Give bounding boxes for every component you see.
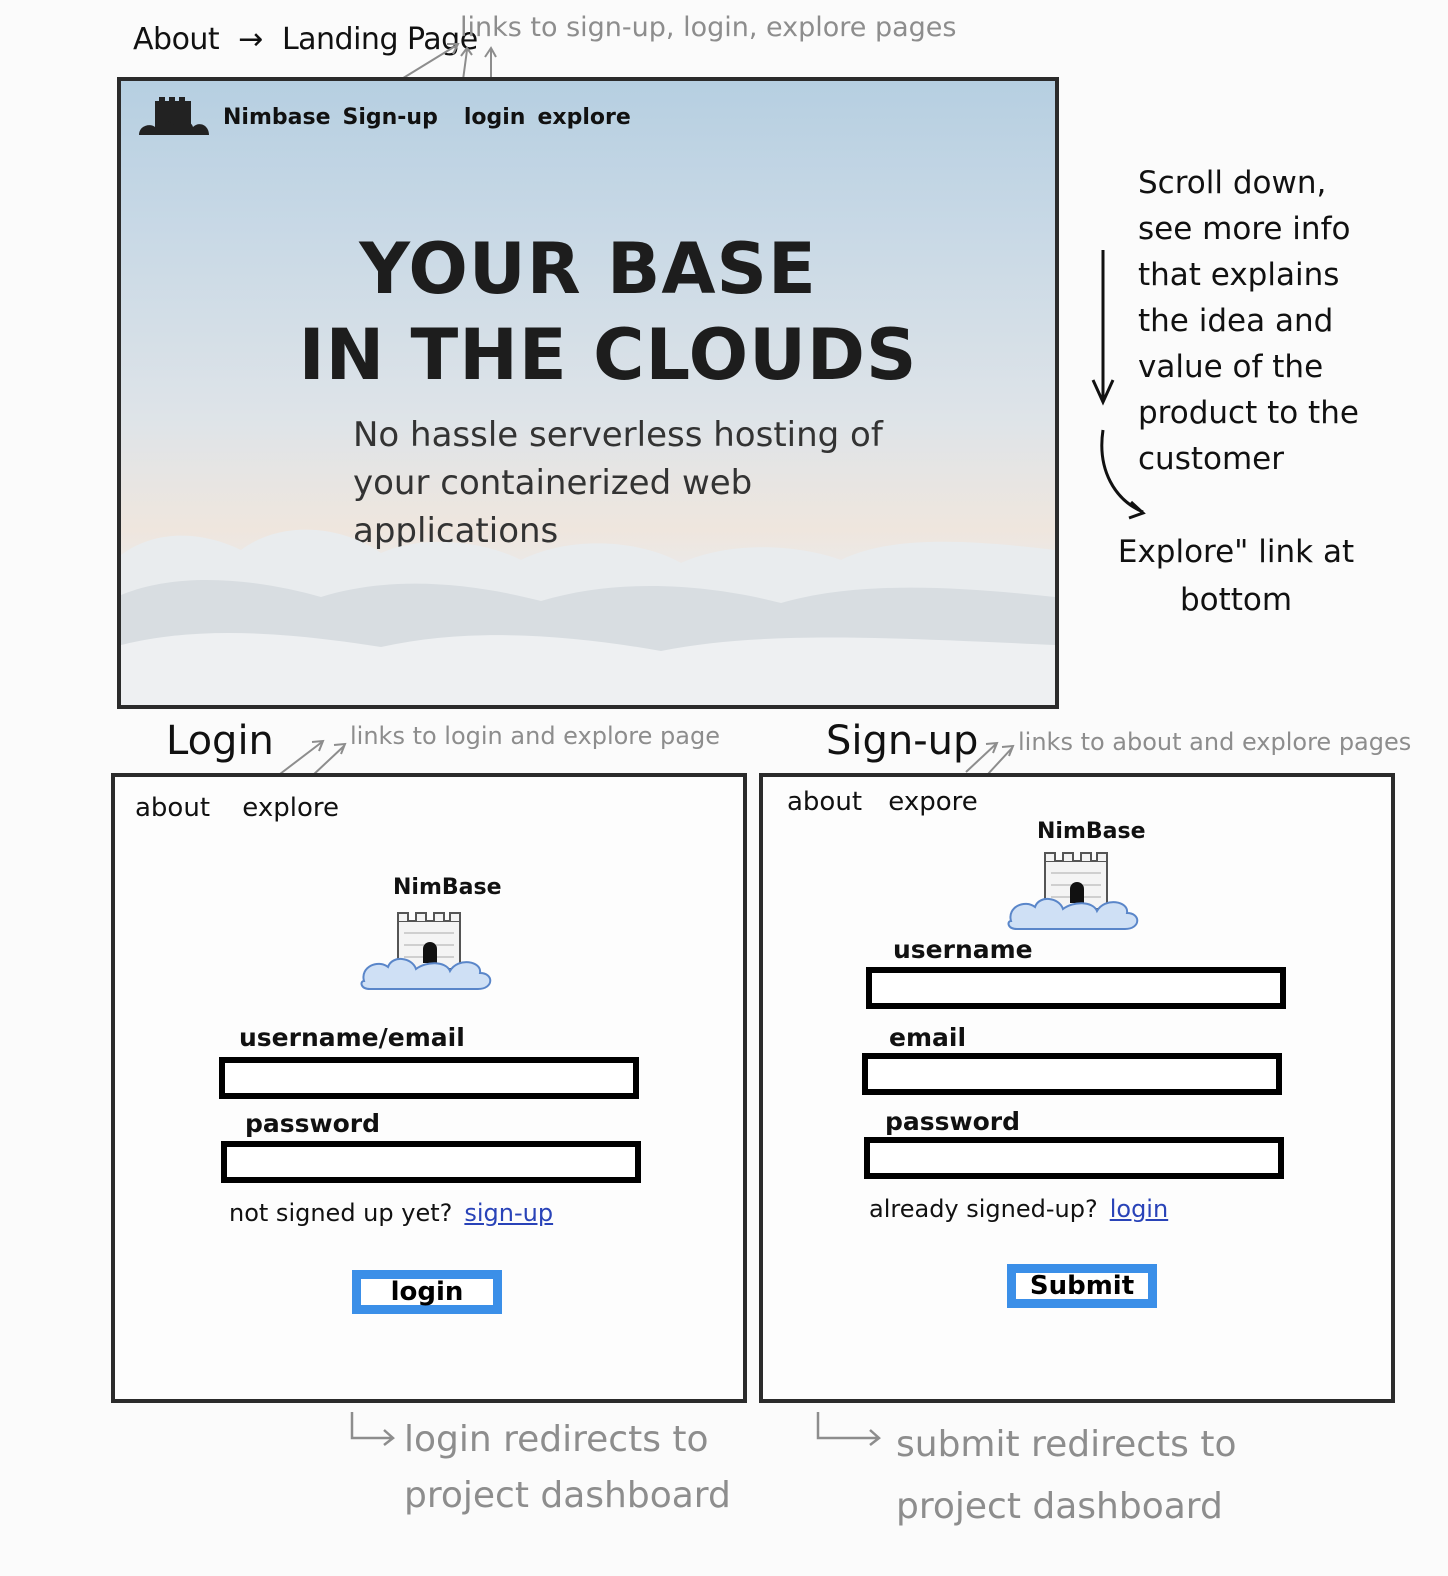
- signup-redirect-annotation: submit redirects to project dashboard: [896, 1414, 1236, 1538]
- username-input[interactable]: [866, 967, 1286, 1009]
- nav-signup-link[interactable]: Sign-up: [343, 105, 438, 130]
- email-input[interactable]: [862, 1053, 1282, 1095]
- login-brand: NimBase: [393, 875, 502, 900]
- submit-button[interactable]: Submit: [1007, 1264, 1157, 1308]
- signup-brand: NimBase: [1037, 819, 1146, 844]
- signup-prompt-text: not signed up yet?: [229, 1199, 453, 1227]
- arrow-down-icon: [1091, 250, 1146, 520]
- login-user-label: username/email: [239, 1023, 465, 1052]
- login-link[interactable]: login: [1110, 1195, 1168, 1223]
- signup-prompt: not signed up yet? sign-up: [229, 1199, 553, 1227]
- hero-title-line2: IN THE CLOUDS: [298, 314, 918, 396]
- arrow-right-icon: →: [238, 22, 263, 57]
- login-password-label: password: [245, 1109, 381, 1138]
- signup-section-title: Sign-up: [826, 718, 979, 764]
- login-prompt: already signed-up? login: [869, 1195, 1168, 1223]
- signup-redirect-line2: project dashboard: [896, 1486, 1223, 1527]
- hero-title-line1: YOUR BASE: [359, 228, 817, 310]
- cloud-layer-image: [121, 529, 1055, 705]
- password-input[interactable]: [864, 1137, 1284, 1179]
- login-annotation: links to login and explore page: [350, 722, 720, 750]
- landing-page-frame: Nimbase Sign-up login explore YOUR BASE …: [117, 77, 1059, 709]
- username-email-input[interactable]: [219, 1057, 639, 1099]
- castle-cloud-logo: [139, 97, 209, 135]
- login-nav-explore-link[interactable]: explore: [242, 793, 339, 823]
- scroll-annotation: Scroll down, see more info that explains…: [1138, 165, 1359, 477]
- hero-title: YOUR BASE IN THE CLOUDS: [121, 226, 1055, 398]
- signup-redirect-line1: submit redirects to: [896, 1424, 1237, 1465]
- signup-password-label: password: [885, 1107, 1021, 1136]
- signup-nav-about-link[interactable]: about: [787, 787, 862, 817]
- signup-page-frame: about expore NimBase username email pass…: [759, 773, 1395, 1403]
- password-input[interactable]: [221, 1141, 641, 1183]
- signup-nav: about expore: [787, 787, 978, 817]
- signup-annotation: links to about and explore pages: [1018, 728, 1412, 756]
- login-nav: about explore: [135, 793, 339, 823]
- landing-nav: Nimbase Sign-up login explore: [137, 95, 631, 139]
- explore-annotation: Explore" link at bottom: [1117, 534, 1355, 618]
- return-arrow-icon: [816, 1412, 881, 1446]
- signup-link[interactable]: sign-up: [464, 1199, 553, 1227]
- castle-cloud-logo: [1007, 852, 1139, 930]
- nav-explore-link[interactable]: explore: [537, 105, 630, 130]
- login-redirect-line2: project dashboard: [404, 1475, 731, 1516]
- login-redirect-line1: login redirects to: [404, 1419, 709, 1460]
- login-prompt-text: already signed-up?: [869, 1195, 1098, 1223]
- login-nav-about-link[interactable]: about: [135, 793, 210, 823]
- nav-login-link[interactable]: login: [464, 105, 526, 130]
- nav-brand[interactable]: Nimbase: [223, 105, 331, 130]
- signup-email-label: email: [889, 1023, 967, 1052]
- login-button[interactable]: login: [352, 1270, 502, 1314]
- castle-cloud-logo: [360, 912, 492, 990]
- return-arrow-icon: [350, 1412, 395, 1446]
- about-annotation: links to sign-up, login, explore pages: [460, 12, 957, 43]
- about-title-from: About: [133, 22, 220, 57]
- signup-annotation-arrows-icon: [965, 741, 1015, 775]
- signup-username-label: username: [893, 935, 1033, 964]
- signup-nav-explore-link[interactable]: expore: [888, 787, 977, 817]
- login-section-title: Login: [166, 718, 274, 764]
- login-annotation-arrows-icon: [279, 739, 347, 777]
- login-redirect-annotation: login redirects to project dashboard: [404, 1412, 731, 1524]
- login-page-frame: about explore NimBase username/email pas…: [111, 773, 747, 1403]
